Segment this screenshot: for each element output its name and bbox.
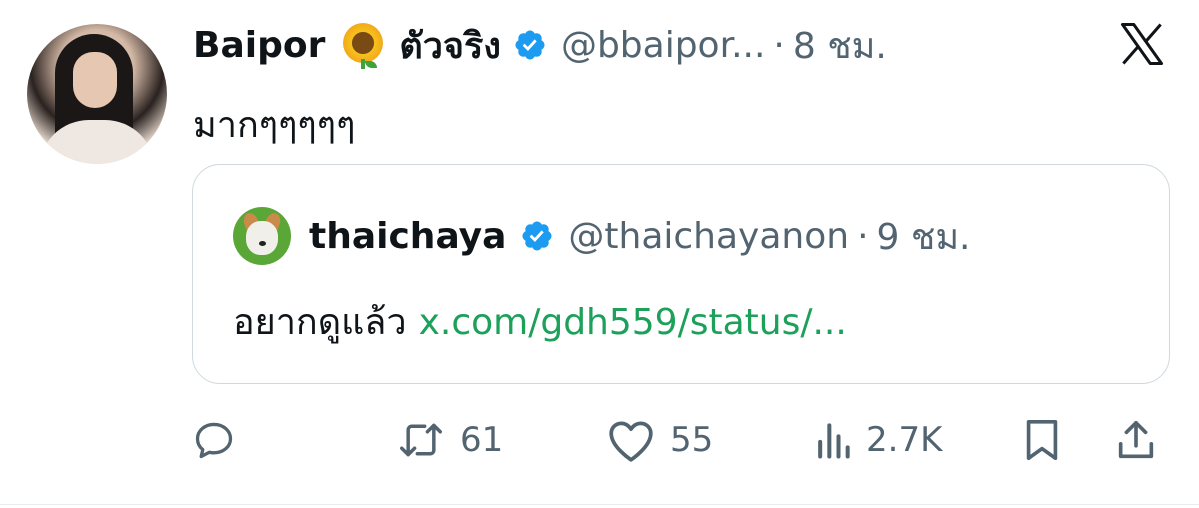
quoted-author-handle[interactable]: @thaichayanon [568, 216, 849, 257]
bookmark-icon [1026, 419, 1058, 461]
share-button[interactable] [1114, 410, 1158, 470]
tweet-text: มากๆๆๆๆๆ [193, 105, 356, 146]
like-button[interactable]: 55 [606, 410, 713, 470]
views-icon [818, 423, 850, 459]
quoted-tweet-header: thaichaya @thaichayanon · 9 ชม. [309, 209, 971, 263]
like-icon [609, 421, 653, 462]
quoted-tweet-body: อยากดูแล้ว [233, 302, 407, 343]
views-button[interactable]: 2.7K [814, 410, 942, 470]
quoted-tweet-timestamp[interactable]: 9 ชม. [877, 208, 971, 265]
reply-icon [195, 422, 233, 459]
quoted-tweet-text: อยากดูแล้ว x.com/gdh559/status/... [233, 293, 847, 350]
divider [0, 504, 1199, 505]
sunflower-icon [341, 23, 385, 69]
tweet-header: Baipor ตัวจริง @bbaipor... · 8 ชม. [193, 18, 887, 72]
avatar-face [73, 52, 117, 108]
like-count: 55 [670, 420, 714, 460]
retweet-count: 61 [460, 420, 504, 460]
retweet-button[interactable]: 61 [396, 410, 503, 470]
x-logo-icon[interactable] [1116, 18, 1168, 70]
verified-badge-icon [522, 221, 552, 251]
bookmark-button[interactable] [1022, 410, 1062, 470]
quoted-author-avatar[interactable] [233, 207, 291, 265]
author-avatar[interactable] [27, 24, 167, 164]
retweet-icon [400, 423, 442, 457]
header-separator: · [773, 24, 785, 66]
verified-badge-icon [515, 30, 545, 60]
views-count: 2.7K [866, 420, 943, 460]
tweet-action-bar: 61 55 2.7K [0, 410, 1199, 470]
tweet-timestamp[interactable]: 8 ชม. [793, 17, 887, 74]
reply-button[interactable] [192, 410, 236, 470]
quoted-header-separator: · [857, 215, 869, 257]
quoted-author-display-name[interactable]: thaichaya [309, 216, 506, 257]
share-icon [1118, 420, 1154, 459]
author-display-name[interactable]: Baipor [193, 25, 325, 66]
author-name-suffix[interactable]: ตัวจริง [399, 17, 501, 74]
quoted-tweet-card[interactable]: thaichaya @thaichayanon · 9 ชม. อยากดูแล… [192, 164, 1170, 384]
quoted-tweet-link[interactable]: x.com/gdh559/status/... [419, 302, 847, 343]
author-handle[interactable]: @bbaipor... [561, 25, 765, 66]
